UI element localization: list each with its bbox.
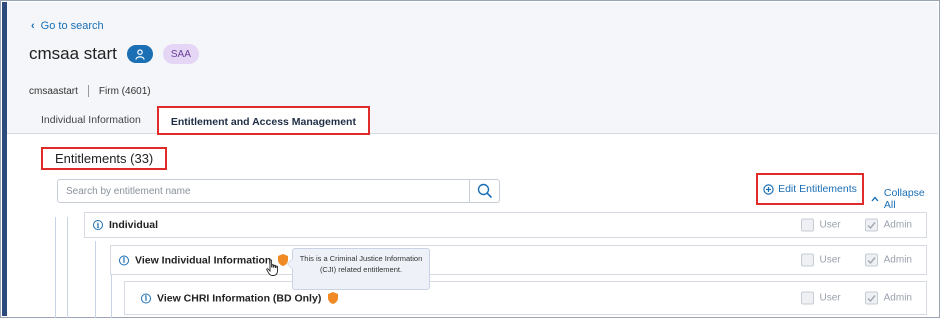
firm-text: Firm (4601): [98, 85, 151, 97]
admin-check[interactable]: Admin: [864, 291, 912, 305]
title-row: cmsaa start SAA: [29, 44, 199, 64]
tree-line: [95, 241, 96, 318]
header-area: ‹ Go to search cmsaa start SAA cmsaastar…: [7, 2, 938, 135]
edit-entitlements-button[interactable]: Edit Entitlements: [756, 173, 864, 205]
info-icon[interactable]: i: [93, 220, 103, 230]
tree-line: [55, 217, 56, 318]
edit-entitlements-label: Edit Entitlements: [778, 183, 857, 195]
collapse-all-label: Collapse All: [883, 187, 925, 211]
info-icon[interactable]: i: [119, 255, 129, 265]
info-icon[interactable]: i: [141, 293, 151, 303]
role-checks: User Admin: [800, 253, 912, 267]
admin-checkbox[interactable]: [864, 253, 878, 267]
user-checkbox[interactable]: [800, 253, 814, 267]
admin-check-label: Admin: [883, 254, 912, 266]
admin-check[interactable]: Admin: [864, 253, 912, 267]
admin-check-label: Admin: [883, 292, 912, 304]
user-checkbox[interactable]: [800, 218, 814, 232]
row-label: i Individual: [93, 219, 158, 231]
admin-check-label: Admin: [883, 219, 912, 231]
hand-pointer-icon: [266, 259, 278, 276]
go-to-search-link[interactable]: ‹ Go to search: [31, 20, 104, 32]
entitlement-name: View Individual Information: [135, 254, 272, 266]
cji-shield-icon[interactable]: [327, 292, 339, 305]
checkmark-icon: [867, 221, 876, 229]
user-check-label: User: [819, 219, 841, 231]
page-title: cmsaa start: [29, 44, 117, 63]
entitlement-name: View CHRI Information (BD Only): [157, 292, 322, 304]
checkmark-icon: [867, 256, 876, 264]
collapse-all-button[interactable]: Collapse All: [871, 187, 938, 211]
entitlement-row: i View Individual Information User Admin: [110, 245, 927, 275]
tree-line: [67, 217, 68, 318]
role-checks: User Admin: [800, 291, 912, 305]
app-frame: ‹ Go to search cmsaa start SAA cmsaastar…: [0, 0, 940, 318]
chevron-left-icon: ‹: [31, 20, 35, 32]
tab-entitlement-access-management[interactable]: Entitlement and Access Management: [156, 106, 370, 135]
user-check-label: User: [819, 292, 841, 304]
tree-line: [111, 275, 112, 318]
user-check[interactable]: User: [800, 218, 841, 232]
search-button[interactable]: [469, 180, 499, 202]
back-link-label: Go to search: [40, 20, 104, 32]
role-checks: User Admin: [800, 218, 912, 232]
entitlement-row: i Individual User Admin: [84, 212, 927, 238]
role-badge: SAA: [162, 44, 199, 64]
admin-checkbox[interactable]: [864, 291, 878, 305]
entitlements-heading: Entitlements (33): [41, 147, 168, 170]
cji-tooltip: This is a Criminal Justice Information (…: [287, 248, 430, 290]
admin-checkbox[interactable]: [864, 218, 878, 232]
entitlement-search-input[interactable]: [58, 180, 468, 202]
checkmark-icon: [867, 294, 876, 302]
user-check[interactable]: User: [800, 291, 841, 305]
entitlement-row: i View CHRI Information (BD Only) User A…: [124, 281, 927, 315]
entitlement-name: Individual: [109, 219, 159, 231]
entitlement-search: [57, 179, 500, 203]
user-icon: [126, 45, 153, 63]
meta-row: cmsaastart Firm (4601): [29, 85, 151, 97]
user-check[interactable]: User: [800, 253, 841, 267]
row-label: i View CHRI Information (BD Only): [141, 292, 339, 305]
plus-circle-icon: [763, 183, 774, 195]
entitlements-panel: Entitlements (33) Edit Entitlements: [7, 135, 938, 318]
row-label: i View Individual Information: [119, 254, 289, 267]
chevron-up-icon: [871, 196, 879, 202]
search-icon: [477, 183, 492, 199]
user-checkbox[interactable]: [800, 291, 814, 305]
divider: [87, 85, 89, 97]
user-check-label: User: [819, 254, 841, 266]
admin-check[interactable]: Admin: [864, 218, 912, 232]
tab-individual-information[interactable]: Individual Information: [31, 106, 151, 135]
tab-bar: Individual Information Entitlement and A…: [31, 106, 370, 135]
username-text: cmsaastart: [29, 85, 78, 97]
